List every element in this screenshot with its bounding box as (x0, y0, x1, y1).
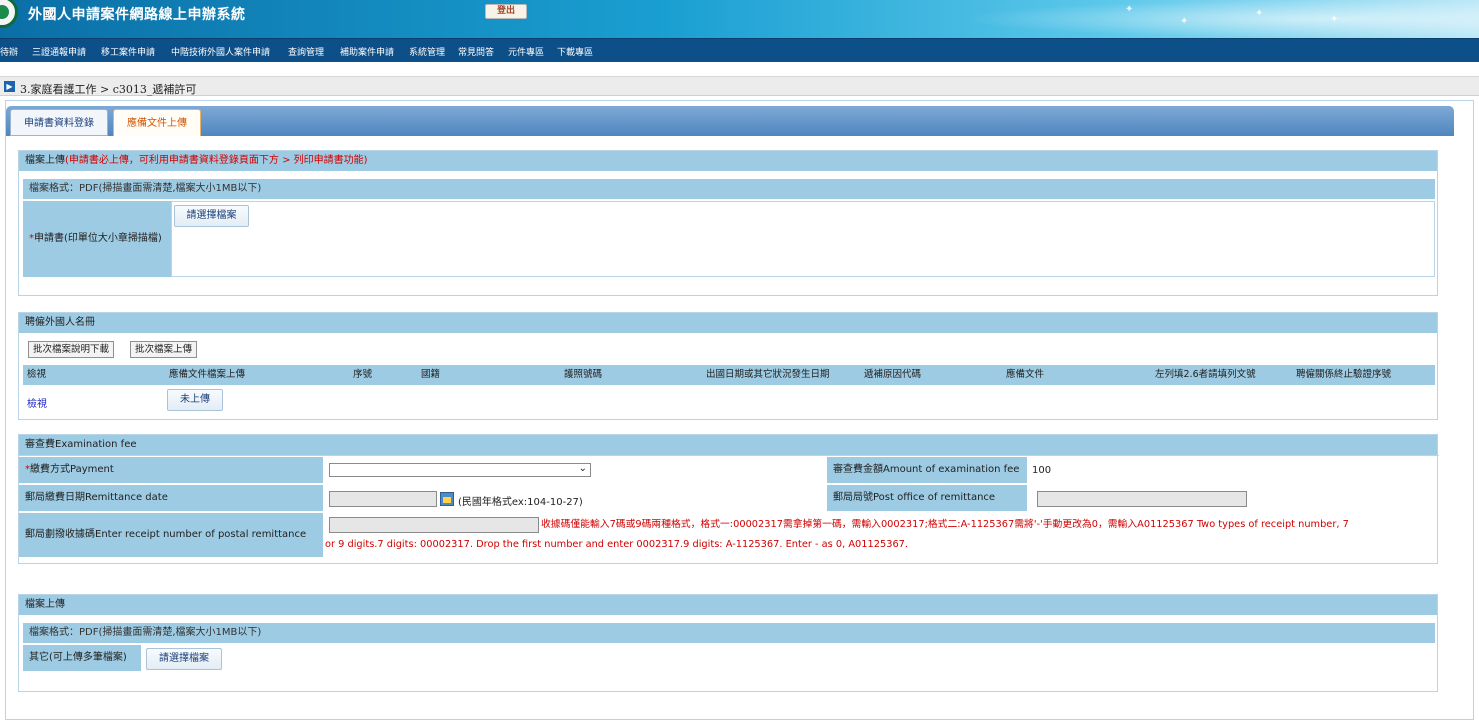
logout-button[interactable]: 登出 (485, 4, 527, 19)
receipt-hint-line2: or 9 digits.7 digits: 00002317. Drop the… (325, 539, 909, 550)
format-note: 檔案格式：PDF(掃描畫面需清楚,檔案大小1MB以下) (23, 623, 1435, 643)
post-office-label: 郵局局號Post office of remittance (827, 485, 1027, 511)
section-title-note: (申請書必上傳，可利用申請書資料登錄頁面下方 > 列印申請書功能) (65, 155, 368, 166)
nav-item-downloads[interactable]: 下載專區 (557, 45, 593, 58)
choose-file-button[interactable]: 請選擇檔案 (146, 648, 222, 670)
not-uploaded-button[interactable]: 未上傳 (167, 389, 223, 411)
receipt-label: 郵局劃撥收據碼Enter receipt number of postal re… (19, 513, 323, 557)
payment-label-text: 繳費方式Payment (30, 464, 114, 475)
column-header: 護照號碼 (564, 369, 603, 380)
roster-table-header: 檢視 應備文件檔案上傳 序號 國籍 護照號碼 出國日期或其它狀況發生日期 遞補原… (23, 365, 1435, 385)
column-header: 出國日期或其它狀況發生日期 (706, 369, 830, 380)
other-files-label: 其它(可上傳多筆檔案) (23, 645, 141, 671)
amount-value: 100 (1032, 465, 1052, 476)
batch-upload-button[interactable]: 批次檔案上傳 (130, 341, 198, 358)
roster-section: 聘僱外國人名冊 批次檔案說明下載 批次檔案上傳 檢視 應備文件檔案上傳 序號 國… (18, 312, 1438, 420)
remit-date-hint: (民國年格式ex:104-10-27) (458, 497, 583, 508)
nav-item-system[interactable]: 系統管理 (409, 45, 445, 58)
nav-item-three-cert[interactable]: 三證通報申請 (32, 45, 86, 58)
column-header: 國籍 (421, 369, 441, 380)
nav-item-todo[interactable]: 待辦 (0, 45, 18, 58)
column-header: 聘僱關係終止驗證序號 (1296, 369, 1392, 380)
person-icon: ✦ (1125, 4, 1134, 15)
calendar-icon[interactable] (440, 492, 454, 506)
nav-item-query[interactable]: 查詢管理 (288, 45, 324, 58)
fee-section: 審查費Examination fee *繳費方式Payment ⌄ 審查費金額A… (18, 434, 1439, 564)
person-icon: ✦ (1255, 8, 1264, 19)
section-title: 檔案上傳 (19, 595, 1437, 615)
tab-application-data[interactable]: 申請書資料登錄 (10, 109, 108, 136)
breadcrumb: ▶ 3.家庭看護工作 > c3013_遞補許可 (0, 76, 1479, 96)
other-upload-section: 檔案上傳 檔案格式：PDF(掃描畫面需清楚,檔案大小1MB以下) 其它(可上傳多… (18, 594, 1438, 692)
main-nav: 待辦 三證通報申請 移工案件申請 中階技術外國人案件申請 查詢管理 補助案件申請… (0, 38, 1479, 62)
app-header: 外國人申請案件網路線上申辦系統 登出 ✦ ✦ ✦ ✦ (0, 0, 1479, 38)
nav-spacer (0, 62, 1479, 76)
column-header: 左列填2.6者請填列文號 (1155, 369, 1256, 380)
section-title: 檔案上傳(申請書必上傳，可利用申請書資料登錄頁面下方 > 列印申請書功能) (19, 151, 1437, 171)
nav-item-subsidy[interactable]: 補助案件申請 (340, 45, 394, 58)
view-link[interactable]: 檢視 (27, 395, 47, 410)
chevron-right-icon: ▶ (4, 81, 15, 92)
nav-item-migrant-worker[interactable]: 移工案件申請 (101, 45, 155, 58)
tab-required-documents[interactable]: 應備文件上傳 (113, 109, 201, 136)
person-icon: ✦ (1180, 16, 1189, 27)
batch-download-button[interactable]: 批次檔案說明下載 (28, 341, 115, 358)
receipt-hint-line1: 收據碼僅能輸入7碼或9碼兩種格式，格式一:00002317需拿掉第一碼，需輸入0… (541, 519, 1349, 530)
choose-file-button[interactable]: 請選擇檔案 (174, 205, 249, 227)
file-cell (171, 201, 1435, 277)
header-glow (959, 0, 1479, 38)
amount-label: 審查費金額Amount of examination fee (827, 457, 1027, 483)
format-note: 檔案格式：PDF(掃描畫面需清楚,檔案大小1MB以下) (23, 179, 1435, 199)
logo-emblem (0, 5, 9, 19)
nav-item-components[interactable]: 元件專區 (508, 45, 544, 58)
payment-label: *繳費方式Payment (19, 457, 323, 483)
column-header: 應備文件 (1006, 369, 1045, 380)
column-header: 序號 (353, 369, 373, 380)
chevron-down-icon: ⌄ (578, 463, 587, 474)
upload-section: 檔案上傳(申請書必上傳，可利用申請書資料登錄頁面下方 > 列印申請書功能) 檔案… (18, 150, 1438, 296)
breadcrumb-text: 3.家庭看護工作 > c3013_遞補許可 (20, 83, 197, 96)
column-header: 遞補原因代碼 (864, 369, 922, 380)
payment-select[interactable]: ⌄ (329, 463, 591, 477)
column-header: 應備文件檔案上傳 (169, 369, 246, 380)
post-office-input[interactable] (1037, 491, 1247, 507)
section-title: 聘僱外國人名冊 (19, 313, 1437, 333)
nav-item-mid-level[interactable]: 中階技術外國人案件申請 (171, 45, 270, 58)
section-title: 審查費Examination fee (19, 435, 1437, 455)
application-form-label-text: 申請書(印單位大小章掃描檔) (34, 233, 162, 244)
nav-item-faq[interactable]: 常見問答 (458, 45, 494, 58)
system-title: 外國人申請案件網路線上申辦系統 (28, 7, 246, 23)
column-header: 檢視 (27, 369, 47, 380)
section-title-text: 檔案上傳 (25, 155, 65, 166)
receipt-input[interactable] (329, 517, 539, 533)
remit-date-label: 郵局繳費日期Remittance date (19, 485, 323, 511)
application-form-label: *申請書(印單位大小章掃描檔) (23, 201, 171, 277)
agency-logo (0, 0, 18, 28)
person-icon: ✦ (1330, 14, 1339, 25)
tab-bar (6, 106, 1454, 136)
remit-date-input[interactable] (329, 491, 437, 507)
